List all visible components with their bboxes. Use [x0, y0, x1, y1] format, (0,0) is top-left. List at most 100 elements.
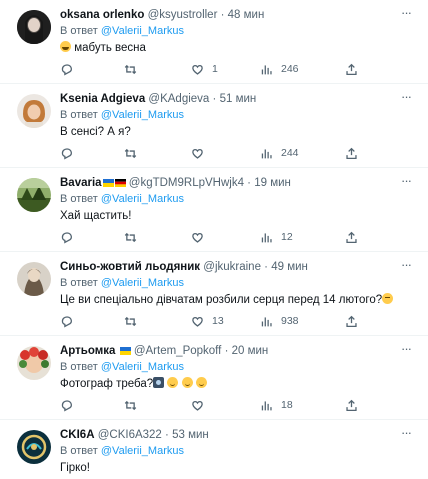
retweet-icon [124, 232, 137, 242]
views-button[interactable]: 938 [260, 313, 299, 329]
reply-button[interactable] [60, 313, 73, 329]
author-name[interactable]: Bavaria [60, 177, 102, 189]
smiley-icon [181, 377, 193, 388]
retweet-button[interactable] [124, 61, 137, 77]
avatar[interactable] [17, 10, 51, 44]
more-options-icon[interactable]: ··· [398, 174, 414, 188]
retweet-button[interactable] [124, 397, 137, 413]
retweet-button[interactable] [124, 313, 137, 329]
reply-context: В ответ @Valerii_Markus [60, 24, 416, 39]
share-button[interactable] [345, 313, 358, 329]
avatar[interactable] [17, 346, 51, 380]
reply-button[interactable] [60, 61, 73, 77]
smiley-icon [167, 377, 179, 388]
like-button[interactable] [191, 397, 204, 413]
like-button[interactable] [191, 229, 204, 245]
author-handle[interactable]: @kgTDM9RLpVHwjk4 [129, 177, 244, 189]
more-options-icon[interactable]: ··· [398, 426, 414, 440]
tweet-header: Bavaria @kgTDM9RLpVHwjk4 · 19 мин [60, 176, 416, 191]
timestamp[interactable]: 53 мин [172, 429, 209, 441]
separator: · [247, 177, 252, 189]
tweet-text: Гірко! [60, 462, 90, 474]
author-handle[interactable]: @CKI6A322 [98, 429, 162, 441]
author-handle[interactable]: @Artem_Popkoff [134, 345, 222, 357]
share-button[interactable] [345, 229, 358, 245]
reply-prefix: В ответ [60, 25, 98, 37]
like-button[interactable]: 1 [191, 61, 218, 77]
like-button[interactable]: 13 [191, 313, 224, 329]
views-button[interactable]: 244 [260, 145, 299, 161]
retweet-button[interactable] [124, 145, 137, 161]
author-handle[interactable]: @KAdgieva [148, 93, 209, 105]
timestamp[interactable]: 49 мин [271, 261, 308, 273]
reply-icon [61, 63, 73, 75]
share-button[interactable] [345, 397, 358, 413]
mention-link[interactable]: @Valerii_Markus [101, 445, 184, 457]
avatar[interactable] [17, 178, 51, 212]
reply-tweet[interactable]: Bavaria @kgTDM9RLpVHwjk4 · 19 мин В отве… [0, 168, 428, 252]
action-bar: 244 [60, 145, 368, 161]
view-count: 246 [281, 63, 299, 75]
reply-tweet[interactable]: Синьо-жовтий льодяник @jkukraine · 49 ми… [0, 252, 428, 336]
reply-button[interactable] [60, 397, 73, 413]
author-name[interactable]: Ksenia Adgieva [60, 93, 145, 105]
views-icon [261, 64, 272, 74]
timestamp[interactable]: 19 мин [254, 177, 291, 189]
heart-icon [192, 400, 203, 411]
retweet-button[interactable] [124, 229, 137, 245]
tweet-text: Хай щастить! [60, 210, 132, 222]
more-options-icon[interactable]: ··· [398, 258, 414, 272]
reply-tweet[interactable]: CKI6A @CKI6A322 · 53 мин В ответ @Valeri… [0, 420, 428, 474]
action-bar: 1 246 [60, 61, 368, 77]
reply-tweet[interactable]: Ksenia Adgieva @KAdgieva · 51 мин В отве… [0, 84, 428, 168]
like-button[interactable] [191, 145, 204, 161]
author-name[interactable]: CKI6A [60, 429, 95, 441]
share-button[interactable] [345, 61, 358, 77]
more-options-icon[interactable]: ··· [398, 342, 414, 356]
views-button[interactable]: 246 [260, 61, 299, 77]
more-options-icon[interactable]: ··· [398, 90, 414, 104]
mention-link[interactable]: @Valerii_Markus [101, 25, 184, 37]
author-name[interactable]: Артьомка [60, 345, 115, 357]
reply-icon [61, 147, 73, 159]
reply-button[interactable] [60, 229, 73, 245]
separator: · [224, 345, 229, 357]
author-name[interactable]: Синьо-жовтий льодяник [60, 261, 200, 273]
views-button[interactable]: 12 [260, 229, 293, 245]
reply-button[interactable] [60, 145, 73, 161]
author-name[interactable]: oksana orlenko [60, 9, 144, 21]
ukraine-flag-icon [119, 346, 131, 355]
author-handle[interactable]: @ksyustroller [148, 9, 218, 21]
views-button[interactable]: 18 [260, 397, 293, 413]
timestamp[interactable]: 51 мин [220, 93, 257, 105]
heart-icon [192, 148, 203, 159]
share-icon [346, 315, 357, 327]
reply-context: В ответ @Valerii_Markus [60, 108, 416, 123]
reply-prefix: В ответ [60, 445, 98, 457]
mention-link[interactable]: @Valerii_Markus [101, 193, 184, 205]
reply-prefix: В ответ [60, 109, 98, 121]
tweet-header: Артьомка @Artem_Popkoff · 20 мин [60, 344, 416, 359]
avatar[interactable] [17, 262, 51, 296]
reply-tweet[interactable]: Артьомка @Artem_Popkoff · 20 мин В ответ… [0, 336, 428, 420]
views-icon [261, 316, 272, 326]
tweet-header: CKI6A @CKI6A322 · 53 мин [60, 428, 416, 443]
mention-link[interactable]: @Valerii_Markus [101, 109, 184, 121]
view-count: 18 [281, 399, 293, 411]
more-options-icon[interactable]: ··· [398, 6, 414, 20]
tweet-header: oksana orlenko @ksyustroller · 48 мин [60, 8, 416, 23]
mention-link[interactable]: @Valerii_Markus [101, 361, 184, 373]
avatar[interactable] [17, 430, 51, 464]
reply-context: В ответ @Valerii_Markus [60, 360, 416, 375]
avatar[interactable] [17, 94, 51, 128]
views-icon [261, 232, 272, 242]
share-button[interactable] [345, 145, 358, 161]
reply-prefix: В ответ [60, 361, 98, 373]
view-count: 244 [281, 147, 299, 159]
author-handle[interactable]: @jkukraine [203, 261, 261, 273]
timestamp[interactable]: 48 мин [228, 9, 265, 21]
pensive-face-icon [382, 293, 394, 304]
reply-tweet[interactable]: oksana orlenko @ksyustroller · 48 мин В … [0, 0, 428, 84]
mention-link[interactable]: @Valerii_Markus [101, 277, 184, 289]
timestamp[interactable]: 20 мин [232, 345, 269, 357]
